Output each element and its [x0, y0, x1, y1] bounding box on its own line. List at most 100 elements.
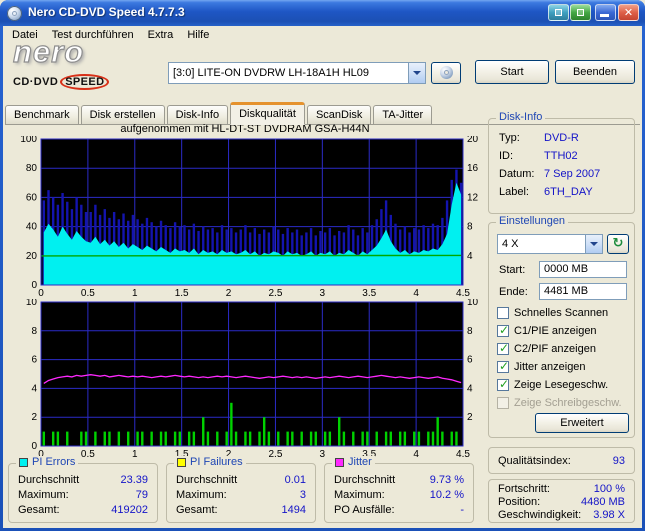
- tab-ta-jitter[interactable]: TA-Jitter: [373, 105, 433, 124]
- checkbox-box[interactable]: [497, 359, 509, 373]
- tab-scandisk[interactable]: ScanDisk: [306, 105, 372, 124]
- start-button[interactable]: Start: [475, 60, 549, 84]
- drive-select-value: [3:0] LITE-ON DVDRW LH-18A1H HL09: [173, 67, 370, 79]
- drive-select[interactable]: [3:0] LITE-ON DVDRW LH-18A1H HL09: [168, 62, 426, 84]
- title-bar[interactable]: Nero CD-DVD Speed 4.7.7.3 ✕: [0, 0, 645, 26]
- svg-text:0.5: 0.5: [81, 288, 95, 298]
- stat-label: Maximum:: [334, 489, 385, 501]
- disk-type-value: DVD-R: [544, 132, 579, 144]
- jitter-panel: Jitter Durchschnitt 9.73 % Maximum: 10.2 %…: [324, 456, 474, 523]
- screenshot-button[interactable]: [570, 4, 591, 21]
- jitter-panel-title: Jitter: [332, 456, 375, 468]
- website-button[interactable]: [548, 4, 569, 21]
- logo-speed-oval: SPEED: [60, 74, 110, 90]
- disk-id-value: TTH02: [544, 150, 578, 162]
- tab-diskqualitaet[interactable]: Diskqualität: [230, 102, 305, 125]
- settings-title: Einstellungen: [496, 215, 569, 227]
- drive-select-dropdown[interactable]: [408, 63, 425, 83]
- svg-text:12: 12: [467, 192, 479, 203]
- svg-text:3.5: 3.5: [362, 288, 376, 298]
- pif-jitter-chart: 02 24 46 68 810 100 0.5 1 1.5 2 2.5 3 3.5 4 4.5: [26, 299, 479, 459]
- checkbox-jitter[interactable]: Jitter anzeigen: [497, 359, 586, 373]
- minimize-icon: [600, 14, 609, 17]
- end-position-label: Ende:: [499, 286, 528, 298]
- checkbox-box[interactable]: [497, 307, 509, 319]
- pi-errors-panel-title: PI Errors: [16, 456, 79, 468]
- eject-disc-button[interactable]: [431, 62, 461, 84]
- tab-benchmark[interactable]: Benchmark: [5, 105, 79, 124]
- svg-text:4: 4: [467, 251, 473, 262]
- advanced-button[interactable]: Erweitert: [535, 413, 629, 433]
- checkbox-label: Jitter anzeigen: [514, 361, 586, 373]
- position-value: 4480 MB: [580, 496, 625, 508]
- svg-text:4.5: 4.5: [456, 449, 470, 459]
- svg-text:10: 10: [26, 299, 38, 308]
- stat-value: 9.73 %: [429, 474, 464, 486]
- position-label: Position:: [498, 496, 541, 508]
- speed-value: 3.98 X: [593, 509, 625, 521]
- svg-text:0: 0: [38, 288, 44, 298]
- checkbox-lesegeschw[interactable]: Zeige Lesegeschw.: [497, 377, 608, 391]
- checkbox-box[interactable]: [497, 377, 509, 391]
- scan-speed-dropdown[interactable]: [585, 235, 602, 253]
- minimize-button[interactable]: [595, 4, 616, 21]
- window-title: Nero CD-DVD Speed 4.7.7.3: [28, 5, 185, 19]
- refresh-button[interactable]: ↻: [607, 234, 629, 254]
- svg-text:2: 2: [31, 412, 37, 423]
- svg-text:8: 8: [31, 326, 37, 337]
- stat-label: Durchschnitt: [176, 474, 238, 486]
- pif-color-swatch: [177, 457, 186, 467]
- checkbox-label: Zeige Schreibgeschw.: [514, 397, 622, 409]
- checkbox-c2-pif[interactable]: C2/PIF anzeigen: [497, 341, 596, 355]
- disk-info-group: Disk-Info Typ: DVD-R ID: TTH02 Datum: 7 …: [488, 111, 635, 214]
- menu-hilfe[interactable]: Hilfe: [180, 27, 216, 43]
- menu-extra[interactable]: Extra: [141, 27, 181, 43]
- checkbox-c1-pie[interactable]: C1/PIE anzeigen: [497, 323, 597, 337]
- progress-label: Fortschritt:: [498, 483, 550, 495]
- svg-text:4.5: 4.5: [456, 288, 470, 298]
- svg-text:4: 4: [413, 449, 419, 459]
- stat-value: 419202: [111, 504, 148, 516]
- svg-text:2: 2: [226, 288, 232, 298]
- svg-text:6: 6: [467, 355, 473, 366]
- checkbox-box[interactable]: [497, 323, 509, 337]
- disk-label-value: 6TH_DAY: [544, 186, 593, 198]
- logo-cd-dvd: CD·DVD: [13, 76, 59, 88]
- svg-text:16: 16: [467, 163, 479, 174]
- svg-text:0: 0: [31, 441, 37, 452]
- svg-text:1: 1: [132, 288, 138, 298]
- svg-text:4: 4: [31, 383, 37, 394]
- menu-bar: Datei Test durchführen Extra Hilfe: [3, 26, 642, 44]
- svg-text:6: 6: [31, 355, 37, 366]
- quit-button[interactable]: Beenden: [555, 60, 635, 84]
- quality-index-value: 93: [612, 455, 625, 467]
- start-position-field[interactable]: 0000 MB: [539, 261, 627, 278]
- pi-failures-panel: PI Failures Durchschnitt 0.01 Maximum: 3 G…: [166, 456, 316, 523]
- pie-errors-chart: 0 20 4 40 8 60 12 80 16 100 20 0 0.5 1 1.5 2 2.5 3 3.5 4 4.5: [20, 136, 479, 298]
- svg-text:3: 3: [320, 449, 326, 459]
- svg-text:20: 20: [26, 251, 38, 262]
- svg-text:1.5: 1.5: [175, 288, 189, 298]
- close-button[interactable]: ✕: [618, 4, 639, 21]
- svg-text:10: 10: [467, 299, 479, 308]
- svg-text:2.5: 2.5: [268, 288, 282, 298]
- scan-speed-value: 4 X: [502, 238, 519, 250]
- svg-text:4: 4: [467, 383, 473, 394]
- quality-index-label: Qualitätsindex:: [498, 455, 571, 467]
- checkbox-schnelles-scannen[interactable]: Schnelles Scannen: [497, 307, 608, 319]
- stat-label: Gesamt:: [176, 504, 218, 516]
- scan-speed-select[interactable]: 4 X: [497, 234, 603, 254]
- svg-text:20: 20: [467, 136, 479, 145]
- end-position-field[interactable]: 4481 MB: [539, 283, 627, 300]
- stat-value: -: [460, 504, 464, 516]
- tab-disk-erstellen[interactable]: Disk erstellen: [80, 105, 165, 124]
- tab-disk-info[interactable]: Disk-Info: [166, 105, 229, 124]
- checkbox-box[interactable]: [497, 341, 509, 355]
- svg-text:8: 8: [467, 222, 473, 233]
- stat-label: Gesamt:: [18, 504, 60, 516]
- progress-group: Fortschritt: 100 % Position: 4480 MB Gesch…: [488, 479, 635, 523]
- svg-text:3: 3: [320, 288, 326, 298]
- svg-text:1: 1: [132, 449, 138, 459]
- progress-value: 100 %: [593, 483, 625, 495]
- stat-value: 3: [299, 489, 306, 501]
